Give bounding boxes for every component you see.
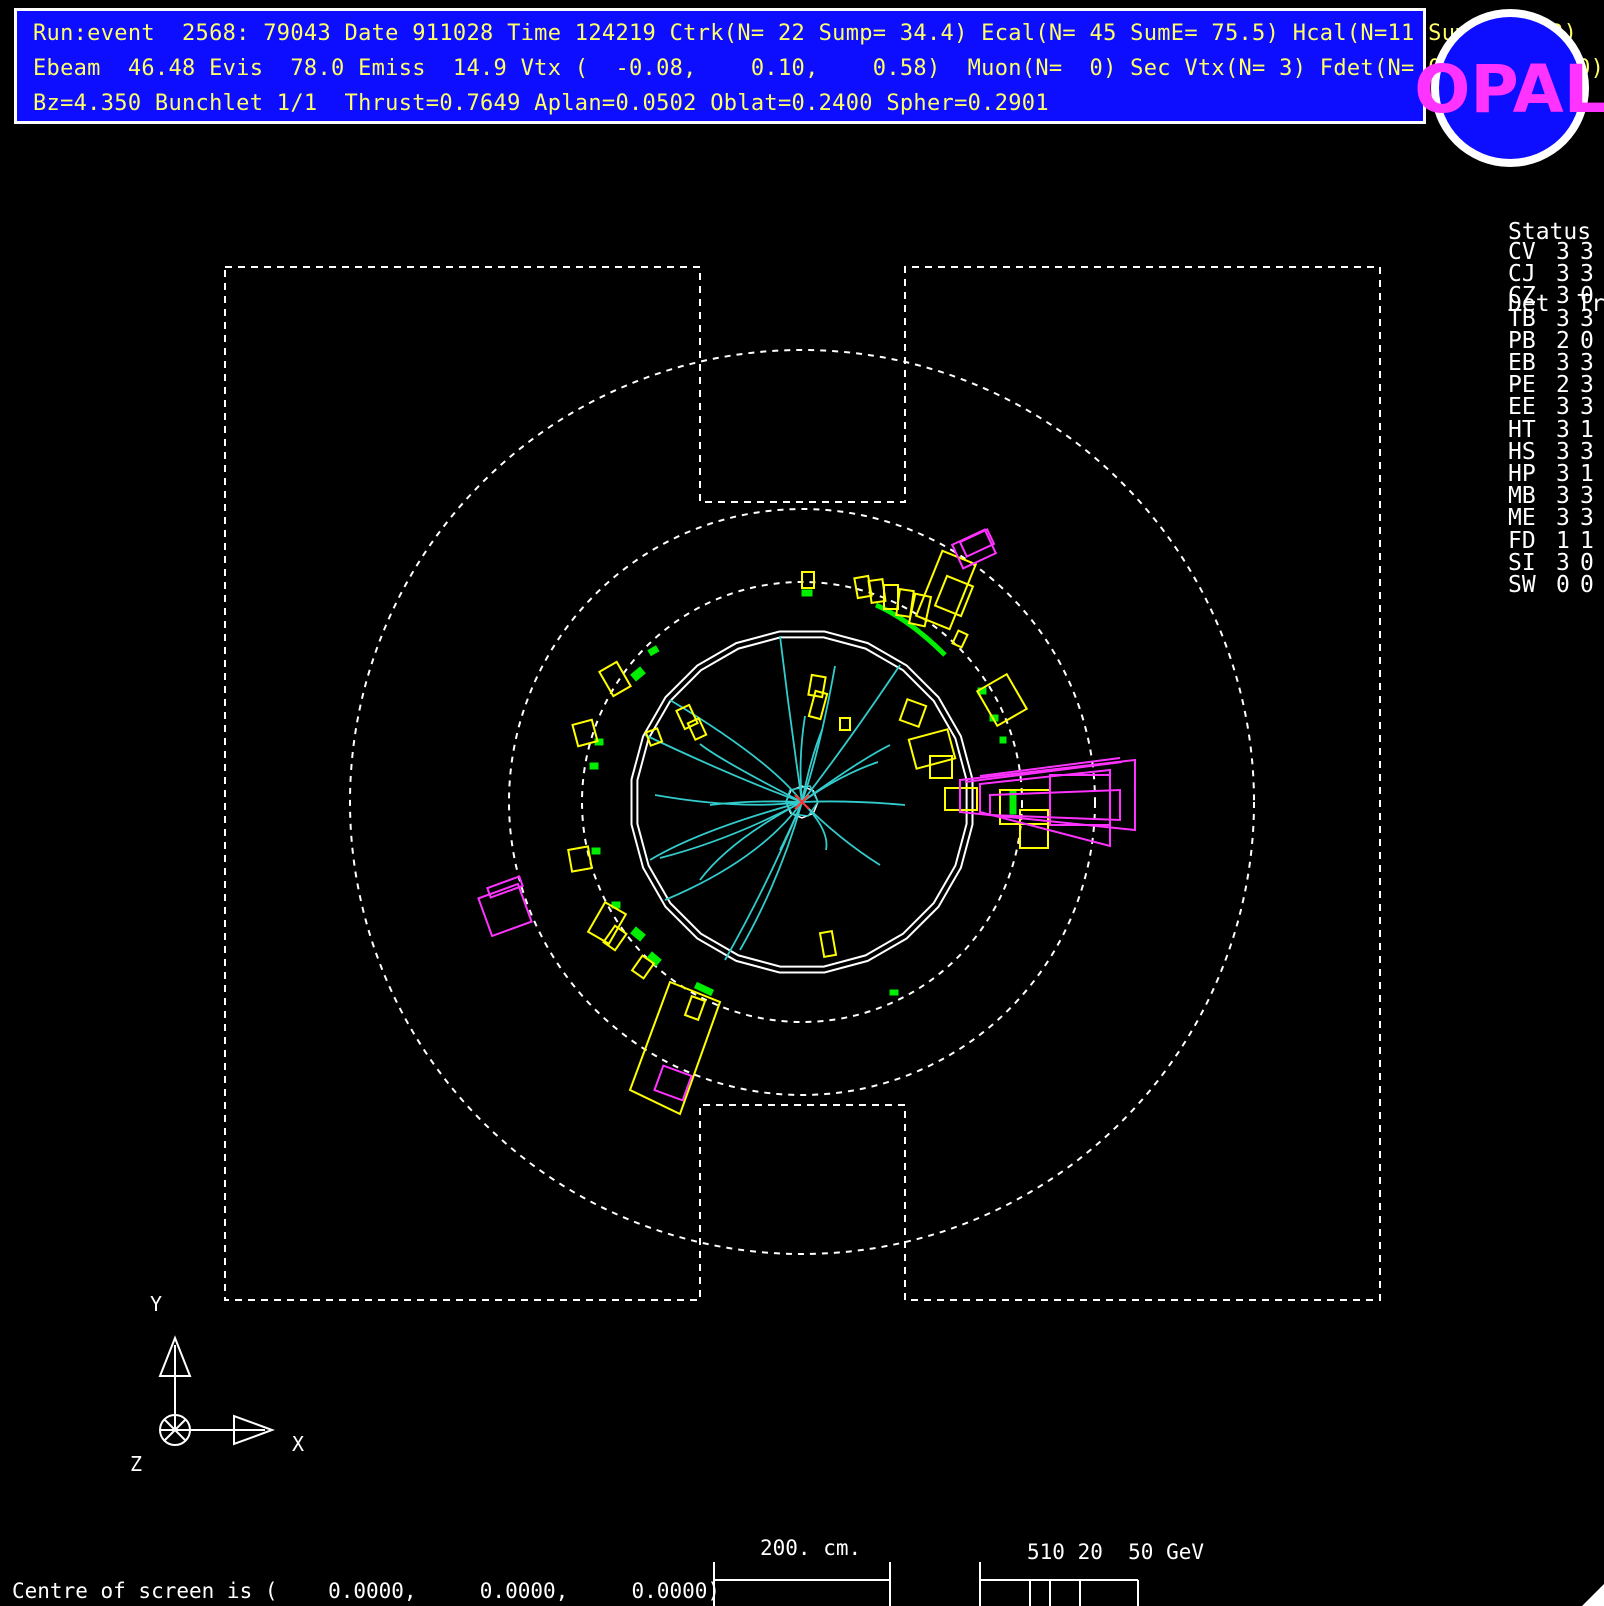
status-tr: 0 bbox=[1580, 549, 1594, 576]
status-row: PB 2 0 bbox=[1508, 327, 1604, 354]
status-row: HT 3 1 bbox=[1508, 416, 1604, 443]
status-code: PE bbox=[1508, 372, 1536, 399]
status-det: 2 bbox=[1556, 327, 1570, 354]
status-row: HS 3 3 bbox=[1508, 438, 1604, 465]
status-row: TB 3 3 bbox=[1508, 305, 1604, 332]
status-det: 0 bbox=[1556, 572, 1570, 599]
status-row: FD 1 1 bbox=[1508, 527, 1604, 554]
status-code: HS bbox=[1508, 438, 1536, 465]
status-tr: 3 bbox=[1580, 261, 1594, 288]
magnet-yoke-outline bbox=[224, 266, 1381, 1301]
status-det: 3 bbox=[1556, 394, 1570, 421]
resize-corner-icon[interactable] bbox=[1582, 1584, 1604, 1606]
status-det: 3 bbox=[1556, 350, 1570, 377]
status-det: 3 bbox=[1556, 483, 1570, 510]
status-code: CV bbox=[1508, 239, 1536, 265]
status-code: HP bbox=[1508, 461, 1536, 488]
status-det: 3 bbox=[1556, 305, 1570, 332]
status-det: 3 bbox=[1556, 505, 1570, 532]
x-axis-label: X bbox=[292, 1432, 305, 1456]
status-tr: 3 bbox=[1580, 505, 1594, 532]
charged-tracks bbox=[644, 635, 906, 961]
y-axis-label: Y bbox=[150, 1292, 163, 1316]
status-tr: 3 bbox=[1580, 350, 1594, 377]
status-code: CZ bbox=[1508, 283, 1536, 310]
opal-logo: OPAL bbox=[1414, 9, 1604, 167]
status-det: 3 bbox=[1556, 239, 1570, 265]
status-tr: 3 bbox=[1580, 305, 1594, 332]
status-row: PE 2 3 bbox=[1508, 372, 1604, 399]
energy-scale-bar bbox=[979, 1562, 1139, 1606]
status-tr: 3 bbox=[1580, 438, 1594, 465]
status-row: CZ 3 0 bbox=[1508, 283, 1604, 310]
status-code: FD bbox=[1508, 527, 1536, 554]
status-code: EB bbox=[1508, 350, 1536, 377]
status-det: 3 bbox=[1556, 283, 1570, 310]
status-code: TB bbox=[1508, 305, 1536, 332]
status-det: 3 bbox=[1556, 261, 1570, 288]
hcal-clusters bbox=[477, 528, 1136, 1102]
status-tr: 1 bbox=[1580, 461, 1594, 488]
status-row: HP 3 1 bbox=[1508, 461, 1604, 488]
status-tr: 3 bbox=[1580, 239, 1594, 265]
length-scale-label: 200. cm. bbox=[760, 1536, 862, 1560]
status-row: SI 3 0 bbox=[1508, 549, 1604, 576]
status-det: 3 bbox=[1556, 549, 1570, 576]
status-row: SW 0 0 bbox=[1508, 572, 1604, 599]
status-det: 1 bbox=[1556, 527, 1570, 554]
status-code: HT bbox=[1508, 416, 1536, 443]
status-tr: 0 bbox=[1580, 572, 1594, 599]
status-code: MB bbox=[1508, 483, 1536, 510]
status-tr: 1 bbox=[1580, 416, 1594, 443]
energy-scale-label: 510 20 50 GeV bbox=[1027, 1540, 1205, 1564]
status-tr: 0 bbox=[1580, 283, 1594, 310]
status-tr: 3 bbox=[1580, 483, 1594, 510]
status-tr: 0 bbox=[1580, 327, 1594, 354]
status-row: EB 3 3 bbox=[1508, 350, 1604, 377]
status-det: 3 bbox=[1556, 461, 1570, 488]
status-det: 2 bbox=[1556, 372, 1570, 399]
status-rows: CV 3 3 CJ 3 3 CZ 3 0 TB 3 3 PB 2 0 EB 3 3 PE 2 3 EE 3 3 HT 3 1 HS 3 3… bbox=[1508, 239, 1604, 599]
status-code: EE bbox=[1508, 394, 1536, 421]
status-det: 3 bbox=[1556, 416, 1570, 443]
status-tr: 1 bbox=[1580, 527, 1594, 554]
status-row: CV 3 3 bbox=[1508, 239, 1604, 265]
axes-indicator bbox=[158, 1335, 275, 1446]
status-code: ME bbox=[1508, 505, 1536, 532]
status-row: EE 3 3 bbox=[1508, 394, 1604, 421]
status-det: 3 bbox=[1556, 438, 1570, 465]
opal-logo-text: OPAL bbox=[1414, 51, 1604, 128]
status-tr: 3 bbox=[1580, 394, 1594, 421]
status-row: CJ 3 3 bbox=[1508, 261, 1604, 288]
status-row: MB 3 3 bbox=[1508, 483, 1604, 510]
length-scale-bar bbox=[713, 1562, 891, 1606]
status-code: CJ bbox=[1508, 261, 1536, 288]
status-row: ME 3 3 bbox=[1508, 505, 1604, 532]
z-axis-label: Z bbox=[130, 1452, 143, 1476]
status-tr: 3 bbox=[1580, 372, 1594, 399]
status-code: SW bbox=[1508, 572, 1536, 599]
status-code: PB bbox=[1508, 327, 1536, 354]
centre-of-screen-readout: Centre of screen is ( 0.0000, 0.0000, 0.… bbox=[12, 1579, 721, 1603]
status-code: SI bbox=[1508, 549, 1536, 576]
